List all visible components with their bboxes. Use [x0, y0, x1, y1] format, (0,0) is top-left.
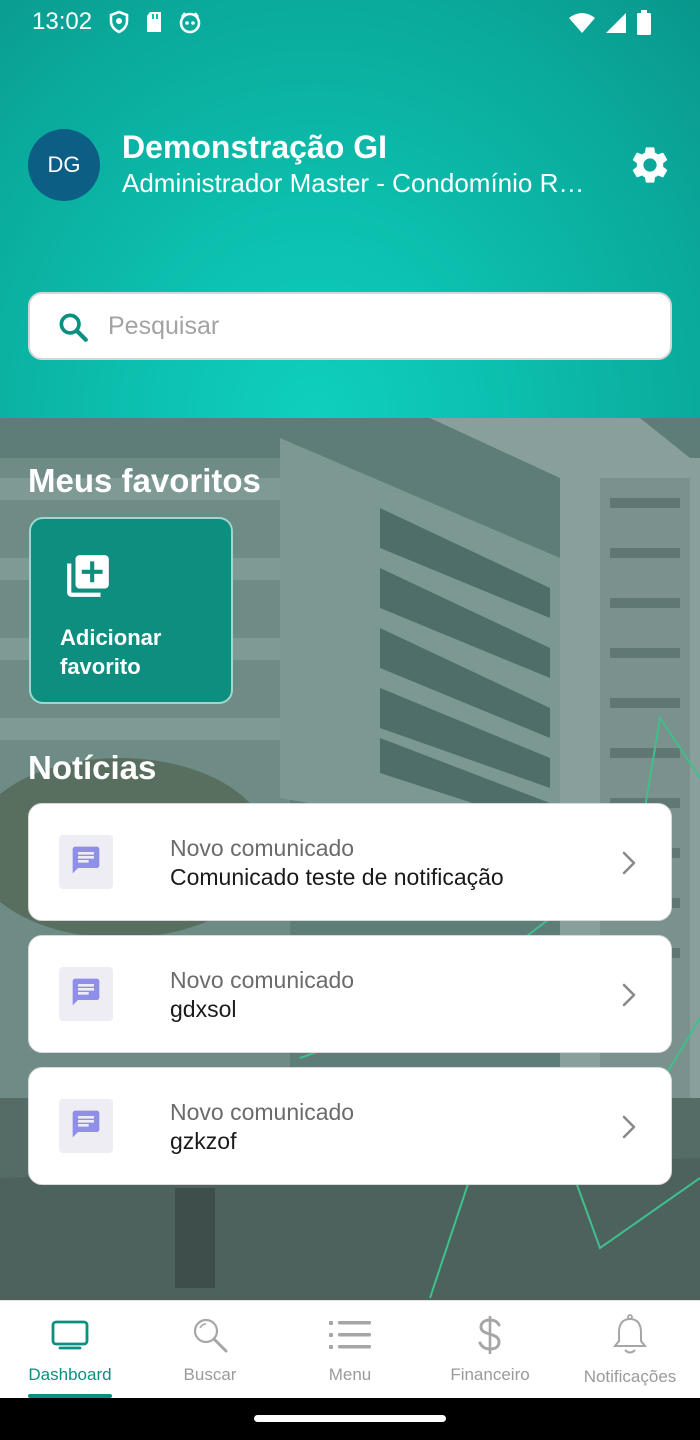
chevron-right-icon	[617, 848, 641, 883]
news-thumbnail	[59, 835, 113, 889]
status-time: 13:02	[32, 8, 93, 35]
header: 13:02 DG Demonstração GI Administrador M…	[0, 0, 700, 418]
bell-icon	[560, 1313, 700, 1357]
dollar-icon	[420, 1313, 560, 1357]
system-navigation-bar	[0, 1398, 700, 1440]
tab-financeiro[interactable]: Financeiro	[420, 1301, 560, 1399]
news-item-title: Comunicado teste de notificação	[170, 864, 504, 890]
tab-dashboard[interactable]: Dashboard	[0, 1301, 140, 1399]
bottom-tab-bar: Dashboard Buscar Menu Financeiro Notific…	[0, 1300, 700, 1398]
tab-menu[interactable]: Menu	[280, 1301, 420, 1399]
battery-icon	[636, 10, 652, 41]
avatar-initials: DG	[47, 152, 81, 177]
signal-icon	[604, 11, 628, 40]
tab-label: Financeiro	[450, 1365, 530, 1384]
search-icon	[56, 310, 90, 349]
news-type: Novo comunicado	[170, 1099, 355, 1125]
news-item[interactable]: Novo comunicado Comunicado teste de noti…	[28, 803, 672, 921]
wifi-icon	[568, 11, 596, 40]
search-bar[interactable]	[28, 292, 672, 360]
gear-icon	[628, 147, 672, 191]
news-type: Novo comunicado	[170, 967, 355, 993]
home-gesture-bar[interactable]	[254, 1415, 446, 1422]
tab-label: Dashboard	[28, 1365, 112, 1384]
tab-label: Notificações	[583, 1367, 677, 1386]
message-icon	[70, 844, 102, 881]
menu-list-icon	[280, 1313, 420, 1357]
search-icon	[140, 1313, 280, 1357]
favorites-title: Meus favoritos	[28, 462, 261, 499]
status-bar: 13:02	[0, 0, 700, 44]
shield-icon	[108, 10, 130, 39]
add-favorite-label: Adicionar favorito	[60, 625, 162, 679]
message-icon	[70, 976, 102, 1013]
settings-button[interactable]	[628, 143, 672, 187]
news-item-title: gdxsol	[170, 996, 237, 1022]
search-input[interactable]	[108, 294, 648, 358]
sd-card-icon	[144, 10, 164, 39]
avatar[interactable]: DG	[28, 129, 100, 201]
add-favorite-button[interactable]: Adicionar favorito	[29, 517, 233, 704]
monitor-icon	[0, 1313, 140, 1357]
news-type: Novo comunicado	[170, 835, 355, 861]
user-name: Demonstração GI	[122, 129, 387, 165]
news-item[interactable]: Novo comunicado gzkzof	[28, 1067, 672, 1185]
tab-buscar[interactable]: Buscar	[140, 1301, 280, 1399]
news-item[interactable]: Novo comunicado gdxsol	[28, 935, 672, 1053]
news-item-title: gzkzof	[170, 1128, 237, 1154]
news-thumbnail	[59, 1099, 113, 1153]
chevron-right-icon	[617, 980, 641, 1015]
tab-notificacoes[interactable]: Notificações	[560, 1301, 700, 1399]
news-title: Notícias	[28, 749, 157, 786]
android-face-icon	[178, 10, 202, 39]
add-library-icon	[63, 551, 113, 606]
tab-label: Buscar	[183, 1365, 237, 1384]
user-role: Administrador Master - Condomínio Reside…	[122, 168, 592, 198]
news-thumbnail	[59, 967, 113, 1021]
chevron-right-icon	[617, 1112, 641, 1147]
message-icon	[70, 1108, 102, 1145]
tab-label: Menu	[328, 1365, 372, 1384]
